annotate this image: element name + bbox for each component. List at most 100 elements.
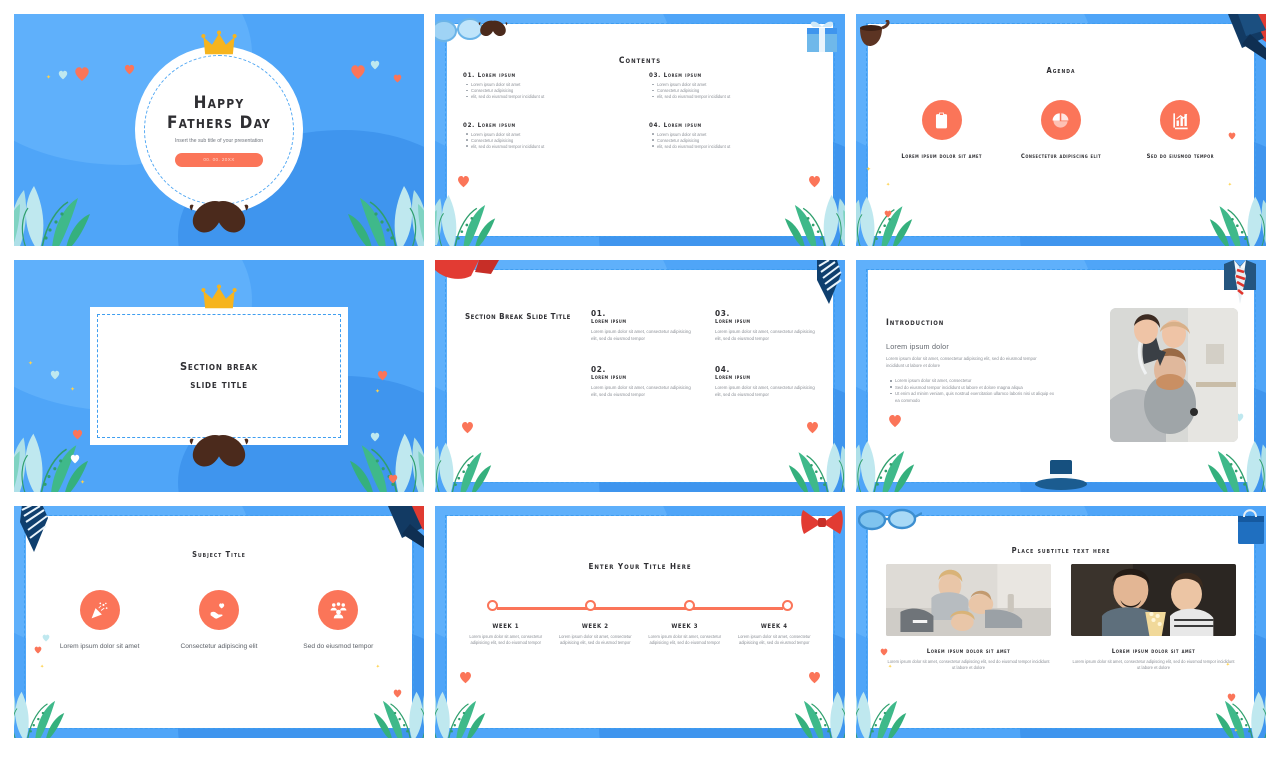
slide-contents[interactable]: Contents 01. Lorem ipsum Lorem ipsum dol… — [435, 14, 845, 246]
sparkle-icon: ✦ — [40, 664, 45, 670]
contents-item[interactable]: 02. Lorem ipsum Lorem ipsum dolor sit am… — [463, 122, 631, 150]
page-title: Place subtitle text here — [1011, 546, 1111, 555]
gift-box-icon — [807, 21, 837, 52]
heart-icon — [75, 67, 89, 81]
slide-section-break-detail[interactable]: Section Break Slide Title 01. Lorem ipsu… — [435, 260, 845, 492]
subject-label: Consectetur adipiscing elit — [180, 643, 258, 650]
timeline-dot[interactable] — [781, 600, 793, 611]
introduction-photo[interactable] — [1110, 308, 1238, 442]
pie-chart-icon[interactable] — [1040, 100, 1081, 140]
item-heading: Lorem ipsum — [477, 72, 516, 79]
agenda-label: Consectetur adipiscing elit — [1020, 153, 1102, 160]
heart-icon — [809, 671, 820, 684]
slide-introduction[interactable]: Introduction Lorem ipsum dolor Lorem ips… — [856, 260, 1266, 492]
agenda-icon-row: Lorem ipsum dolor sit amet Consectetur a… — [882, 100, 1240, 160]
party-popper-icon[interactable] — [79, 590, 120, 630]
mustache-icon — [189, 435, 249, 467]
agenda-item[interactable]: Sed do eiusmod tempor — [1124, 100, 1236, 160]
timeline-step[interactable]: WEEK 3 Lorem ipsum dolor sit amet, conse… — [640, 623, 730, 646]
bullet: elit, sed do eiusmod tempor incididunt u… — [652, 144, 817, 150]
photo-card[interactable]: Lorem ipsum dolor sit amet Lorem ipsum d… — [1071, 564, 1236, 671]
bullet: elit, sed do eiusmod tempor incididunt u… — [652, 94, 817, 100]
sparkle-icon: ✦ — [375, 664, 380, 670]
slide-card — [447, 516, 833, 728]
leaf-plant-icon — [1209, 195, 1266, 246]
family-photo — [1110, 308, 1238, 442]
section-item[interactable]: 04. Lorem ipsum Lorem ipsum dolor sit am… — [715, 364, 819, 398]
leaf-plant-icon — [347, 185, 424, 246]
cover-medallion: Happy Fathers Day Insert the sub title o… — [135, 30, 303, 233]
slide-subject-title[interactable]: ✦ ✦ Subject Title Lorem ipsum dolor sit … — [14, 506, 424, 738]
heart-icon — [58, 70, 68, 80]
item-number: 04. — [649, 121, 661, 129]
timeline-dot[interactable] — [683, 600, 695, 611]
slide-section-break[interactable]: ✦ ✦ ✦ ✦ Section break slide title — [14, 260, 424, 492]
leaf-plant-icon — [788, 441, 845, 492]
section-item[interactable]: 03. Lorem ipsum Lorem ipsum dolor sit am… — [715, 308, 819, 342]
heart-icon — [462, 421, 473, 434]
section-item[interactable]: 01. Lorem ipsum Lorem ipsum dolor sit am… — [591, 308, 695, 342]
item-number: 03. — [715, 308, 730, 318]
leaf-plant-icon — [14, 691, 65, 738]
contents-item[interactable]: 04. Lorem ipsum Lorem ipsum dolor sit am… — [649, 122, 817, 150]
timeline-step[interactable]: WEEK 2 Lorem ipsum dolor sit amet, conse… — [551, 623, 641, 646]
timeline-step-body: Lorem ipsum dolor sit amet, consectetur … — [737, 634, 811, 645]
agenda-label: Lorem ipsum dolor sit amet — [901, 153, 982, 160]
subject-icon-row: Lorem ipsum dolor sit amet Consectetur a… — [40, 590, 398, 652]
bullet: elit, sed do eiusmod tempor incididunt u… — [466, 144, 631, 150]
slide-deck: ✦ Happy Fathers Day Insert the sub title… — [0, 0, 1280, 760]
photo-father-child-popcorn[interactable] — [1071, 564, 1236, 636]
timeline-step[interactable]: WEEK 1 Lorem ipsum dolor sit amet, conse… — [461, 623, 551, 646]
contents-item[interactable]: 01. Lorem ipsum Lorem ipsum dolor sit am… — [463, 72, 631, 100]
slide-agenda[interactable]: ✦ ✦ ✦ Agenda Lorem ipsum dolor sit amet … — [856, 14, 1266, 246]
photo-card[interactable]: Lorem ipsum dolor sit amet Lorem ipsum d… — [886, 564, 1051, 671]
page-title: Agenda — [1046, 66, 1076, 75]
timeline-step[interactable]: WEEK 4 Lorem ipsum dolor sit amet, conse… — [730, 623, 820, 646]
sparkle-icon: ✦ — [374, 389, 380, 395]
agenda-item[interactable]: Consectetur adipiscing elit — [1005, 100, 1117, 160]
leaf-plant-icon — [435, 194, 496, 246]
item-body: Lorem ipsum dolor sit amet, consectetur … — [591, 329, 691, 341]
bar-chart-icon[interactable] — [1160, 100, 1201, 140]
timeline-dot[interactable] — [487, 600, 498, 611]
sparkle-icon: ✦ — [886, 182, 891, 188]
photo-family-floor[interactable] — [886, 564, 1051, 636]
leaf-plant-icon — [784, 194, 845, 246]
timeline-columns: WEEK 1 Lorem ipsum dolor sit amet, conse… — [461, 623, 819, 646]
page-title: Contents — [618, 56, 662, 66]
photo-heading: Lorem ipsum dolor sit amet — [1111, 648, 1196, 655]
crown-icon — [201, 284, 237, 309]
item-heading: Lorem ipsum — [591, 319, 627, 325]
mustache-icon — [478, 20, 508, 37]
page-title: Subject Title — [192, 550, 246, 559]
subject-label: Lorem ipsum dolor sit amet — [59, 643, 140, 650]
subject-item[interactable]: Consectetur adipiscing elit — [163, 590, 275, 652]
slide-timeline[interactable]: Enter Your Title Here WEEK 1 Lorem ipsum… — [435, 506, 845, 738]
item-heading: Lorem ipsum — [715, 319, 751, 325]
heart-icon — [70, 454, 80, 464]
red-bow-icon — [435, 260, 499, 279]
cover-title-line2: Fathers Day — [167, 113, 271, 134]
contents-item[interactable]: 03. Lorem ipsum Lorem ipsum dolor sit am… — [649, 72, 817, 100]
section-item[interactable]: 02. Lorem ipsum Lorem ipsum dolor sit am… — [591, 364, 695, 398]
agenda-item[interactable]: Lorem ipsum dolor sit amet — [886, 100, 998, 160]
leaf-plant-icon — [373, 691, 424, 738]
item-body: Lorem ipsum dolor sit amet, consectetur … — [715, 329, 815, 341]
page-title: Section Break Slide Title — [465, 312, 571, 321]
people-group-icon[interactable] — [318, 590, 359, 630]
heart-icon — [1227, 693, 1236, 702]
leaf-plant-icon — [435, 691, 486, 738]
slide-cover[interactable]: ✦ Happy Fathers Day Insert the sub title… — [14, 14, 424, 246]
cover-subtitle: Insert the sub title of your presentatio… — [174, 138, 264, 145]
timeline-dot[interactable] — [585, 600, 597, 611]
subject-item[interactable]: Lorem ipsum dolor sit amet — [44, 590, 156, 652]
subject-item[interactable]: Sed do eiusmod tempor — [282, 590, 394, 652]
hand-heart-icon[interactable] — [198, 590, 239, 630]
slide-two-photos[interactable]: ✦ ✦ ✦ Place subtitle text here Lorem ips… — [856, 506, 1266, 738]
agenda-label: Sed do eiusmod tempor — [1146, 153, 1215, 160]
timeline-step-body: Lorem ipsum dolor sit amet, consectetur … — [648, 634, 722, 645]
cover-date-badge[interactable]: 00. 00. 20XX — [175, 152, 263, 167]
item-heading: Lorem ipsum — [663, 72, 702, 79]
timeline-step-body: Lorem ipsum dolor sit amet, consectetur … — [558, 634, 632, 645]
clipboard-list-icon[interactable] — [921, 100, 962, 140]
